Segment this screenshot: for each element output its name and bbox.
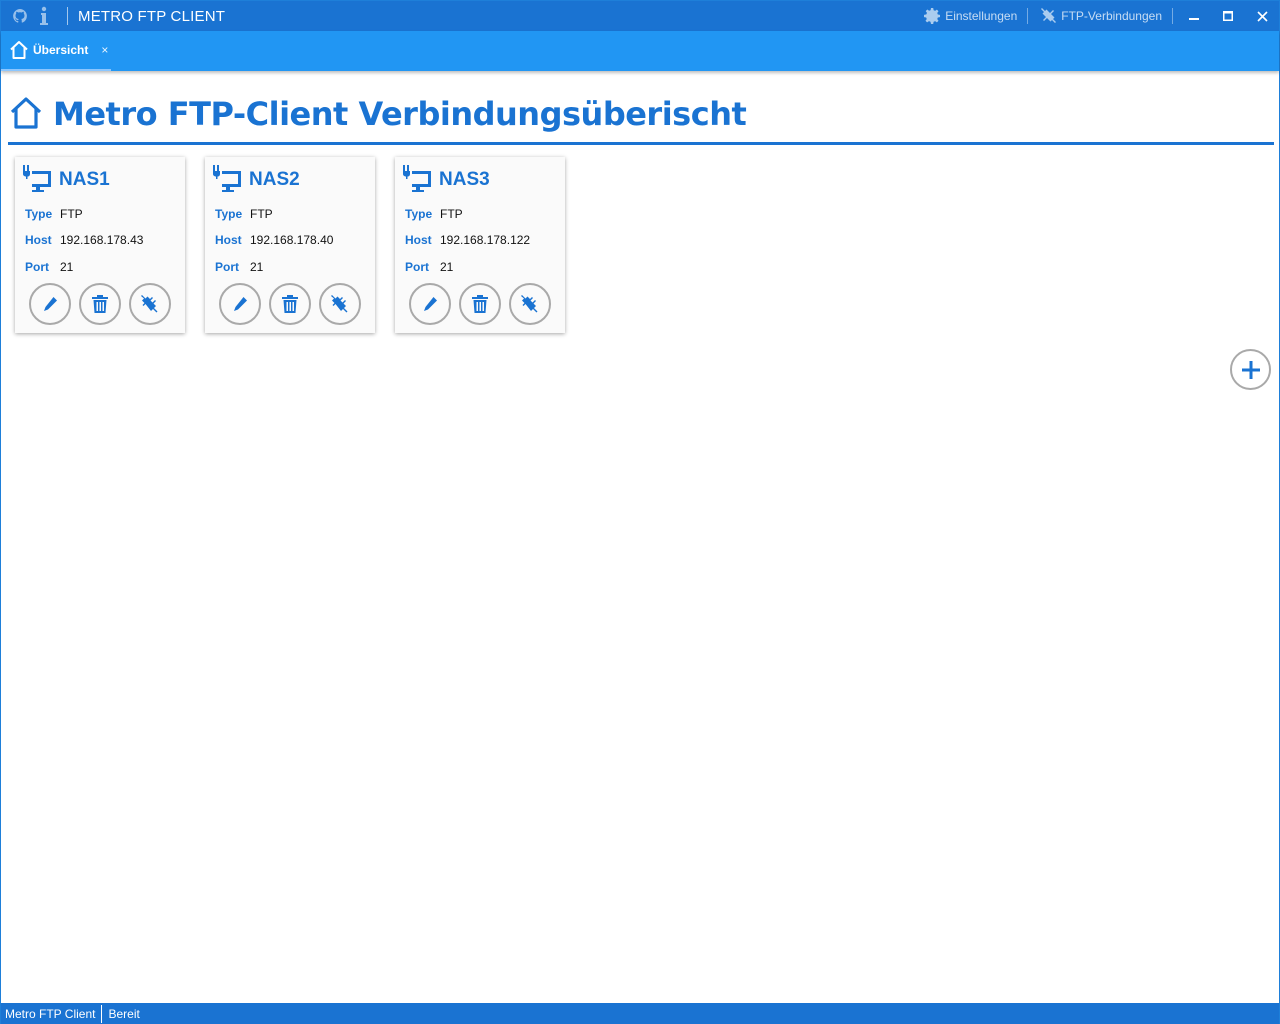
card-header: NAS1 [21,163,110,195]
pencil-icon [44,297,57,311]
ftp-connections-button[interactable]: FTP-Verbindungen [1032,6,1168,26]
card-actions [409,283,559,325]
trash-icon [92,295,108,313]
tab-label: Übersicht [33,43,89,57]
title-separator [67,7,68,25]
type-value: FTP [60,207,83,221]
status-separator [101,1005,103,1023]
port-label: Port [215,260,239,274]
connection-name: NAS2 [249,168,300,190]
host-row: Host 192.168.178.122 [405,233,530,247]
connection-card: NAS1 Type FTP Host 192.168.178.43 Port 2… [15,157,185,333]
plug-connect-icon [521,295,538,313]
maximize-button[interactable] [1211,1,1245,31]
settings-button[interactable]: Einstellungen [916,6,1023,26]
info-icon[interactable] [33,5,55,27]
command-separator [1027,8,1029,24]
host-row: Host 192.168.178.43 [25,233,143,247]
type-label: Type [25,207,53,221]
type-label: Type [215,207,243,221]
type-row: Type FTP [405,207,463,221]
edit-button[interactable] [29,283,71,325]
type-label: Type [405,207,433,221]
delete-button[interactable] [459,283,501,325]
command-separator [1172,8,1173,24]
type-row: Type FTP [25,207,83,221]
port-row: Port 21 [25,260,73,274]
home-icon [10,41,28,59]
network-computer-icon [213,165,241,192]
title-bar-commands: Einstellungen FTP-Verbindungen [916,1,1279,31]
app-title: METRO FTP CLIENT [78,7,226,25]
connect-button[interactable] [509,283,551,325]
tab-overview[interactable]: Übersicht × [1,31,111,71]
delete-button[interactable] [79,283,121,325]
tab-strip: Übersicht × [1,31,1279,71]
trash-icon [282,295,298,313]
status-text: Bereit [108,1007,140,1021]
status-bar: Metro FTP Client Bereit [1,1003,1279,1024]
card-actions [29,283,179,325]
page-header: Metro FTP-Client Verbindungsüberischt [8,93,1274,145]
port-label: Port [405,260,429,274]
host-value: 192.168.178.40 [250,233,334,247]
port-row: Port 21 [215,260,263,274]
close-icon [1256,10,1268,22]
port-row: Port 21 [405,260,453,274]
settings-label: Einstellungen [945,9,1018,23]
status-app-name: Metro FTP Client [5,1007,96,1021]
pencil-icon [234,297,247,311]
delete-button[interactable] [269,283,311,325]
maximize-icon [1223,11,1233,21]
network-computer-icon [23,165,51,192]
home-icon [10,97,42,129]
type-value: FTP [250,207,273,221]
pencil-icon [424,297,437,311]
host-label: Host [215,233,242,247]
host-row: Host 192.168.178.40 [215,233,333,247]
port-value: 21 [250,260,264,274]
edit-button[interactable] [219,283,261,325]
card-actions [219,283,369,325]
port-label: Port [25,260,49,274]
plug-connect-icon [141,295,158,313]
add-connection-button[interactable] [1230,349,1271,390]
app-window: METRO FTP CLIENT Einstellungen FTP-Verbi… [0,0,1280,1024]
close-button[interactable] [1245,1,1279,31]
connection-card: NAS2 Type FTP Host 192.168.178.40 Port 2… [205,157,375,333]
connect-button[interactable] [319,283,361,325]
github-icon[interactable] [9,5,31,27]
type-value: FTP [440,207,463,221]
tab-close-button[interactable]: × [101,43,108,57]
host-value: 192.168.178.43 [60,233,144,247]
edit-button[interactable] [409,283,451,325]
port-value: 21 [60,260,74,274]
trash-icon [472,295,488,313]
connection-card: NAS3 Type FTP Host 192.168.178.122 Port … [395,157,565,333]
connection-name: NAS3 [439,168,490,190]
minimize-icon [1189,18,1199,20]
host-label: Host [405,233,432,247]
host-label: Host [25,233,52,247]
type-row: Type FTP [215,207,273,221]
host-value: 192.168.178.122 [440,233,531,247]
connect-button[interactable] [129,283,171,325]
plug-connect-icon [331,295,348,313]
network-computer-icon [403,165,431,192]
plug-icon [1041,8,1057,23]
title-bar: METRO FTP CLIENT Einstellungen FTP-Verbi… [1,1,1279,31]
port-value: 21 [440,260,454,274]
card-header: NAS3 [401,163,490,195]
page-title: Metro FTP-Client Verbindungsüberischt [53,95,747,133]
ftp-connections-label: FTP-Verbindungen [1061,9,1162,23]
minimize-button[interactable] [1177,1,1211,31]
card-header: NAS2 [211,163,300,195]
gear-icon [924,8,941,24]
plus-icon [1241,360,1260,379]
connection-name: NAS1 [59,168,110,190]
